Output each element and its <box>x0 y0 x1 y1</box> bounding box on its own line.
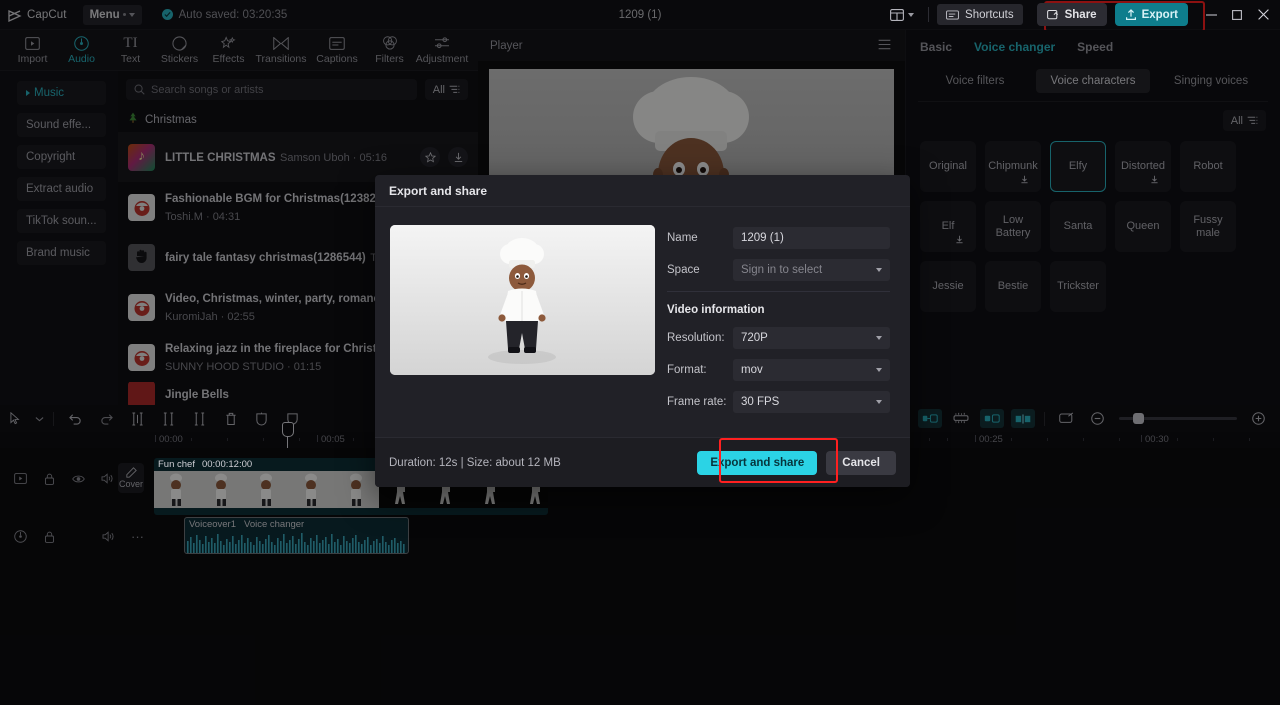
space-value: Sign in to select <box>741 264 823 276</box>
video-information-title: Video information <box>667 304 765 316</box>
layout-button[interactable] <box>884 8 920 21</box>
export-button[interactable]: Export <box>1114 3 1188 26</box>
chevron-down-icon <box>876 368 882 372</box>
export-form: Name 1209 (1) Space Sign in to select Vi… <box>655 207 910 437</box>
clip-duration: 00:00:12:00 <box>201 459 253 470</box>
export-label: Export <box>1141 8 1178 21</box>
divider <box>667 291 890 292</box>
dialog-title: Export and share <box>389 183 488 198</box>
dialog-header: Export and share <box>375 175 910 207</box>
name-field-row: Name 1209 (1) <box>667 227 890 249</box>
export-button-highlight-annotation <box>719 438 838 483</box>
resolution-select[interactable]: 720P <box>733 327 890 349</box>
format-label: Format: <box>667 364 707 376</box>
shortcuts-label: Shortcuts <box>965 8 1014 21</box>
titlebar-actions: Shortcuts Share Export <box>884 0 1280 30</box>
format-row: Format: mov <box>667 359 890 381</box>
dialog-body: Name 1209 (1) Space Sign in to select Vi… <box>375 207 910 437</box>
framerate-row: Frame rate: 30 FPS <box>667 391 890 413</box>
resolution-row: Resolution: 720P <box>667 327 890 349</box>
chevron-down-icon <box>908 12 915 17</box>
share-icon <box>1046 9 1058 20</box>
share-label: Share <box>1064 8 1097 21</box>
divider <box>928 7 930 22</box>
share-button[interactable]: Share <box>1036 3 1107 26</box>
chevron-down-icon <box>876 268 882 272</box>
space-field-row: Space Sign in to select <box>667 259 890 281</box>
space-label: Space <box>667 264 700 276</box>
name-label: Name <box>667 232 698 244</box>
framerate-select[interactable]: 30 FPS <box>733 391 890 413</box>
clip-name: Fun chef <box>158 459 195 470</box>
resolution-value: 720P <box>741 332 768 344</box>
minimize-button[interactable] <box>1198 0 1224 30</box>
framerate-value: 30 FPS <box>741 396 780 408</box>
export-info: Duration: 12s | Size: about 12 MB <box>389 456 561 469</box>
close-button[interactable] <box>1250 0 1276 30</box>
export-and-share-dialog: Export and share Name 1209 (1) Space Sig… <box>375 175 910 487</box>
format-value: mov <box>741 364 763 376</box>
export-upload-icon <box>1125 8 1136 20</box>
maximize-button[interactable] <box>1224 0 1250 30</box>
video-clip-label: Fun chef 00:00:12:00 <box>154 458 252 471</box>
resolution-label: Resolution: <box>667 332 725 344</box>
chevron-down-icon <box>876 336 882 340</box>
chevron-down-icon <box>876 400 882 404</box>
capcut-window: CapCut Menu Auto saved: 03:20:35 1209 (1… <box>0 0 1280 705</box>
name-value: 1209 (1) <box>741 232 784 244</box>
shortcuts-button[interactable]: Shortcuts <box>937 4 1023 25</box>
format-select[interactable]: mov <box>733 359 890 381</box>
name-input[interactable]: 1209 (1) <box>733 227 890 249</box>
framerate-label: Frame rate: <box>667 396 727 408</box>
space-select[interactable]: Sign in to select <box>733 259 890 281</box>
keyboard-icon <box>946 9 959 20</box>
export-preview-thumbnail <box>390 225 655 375</box>
